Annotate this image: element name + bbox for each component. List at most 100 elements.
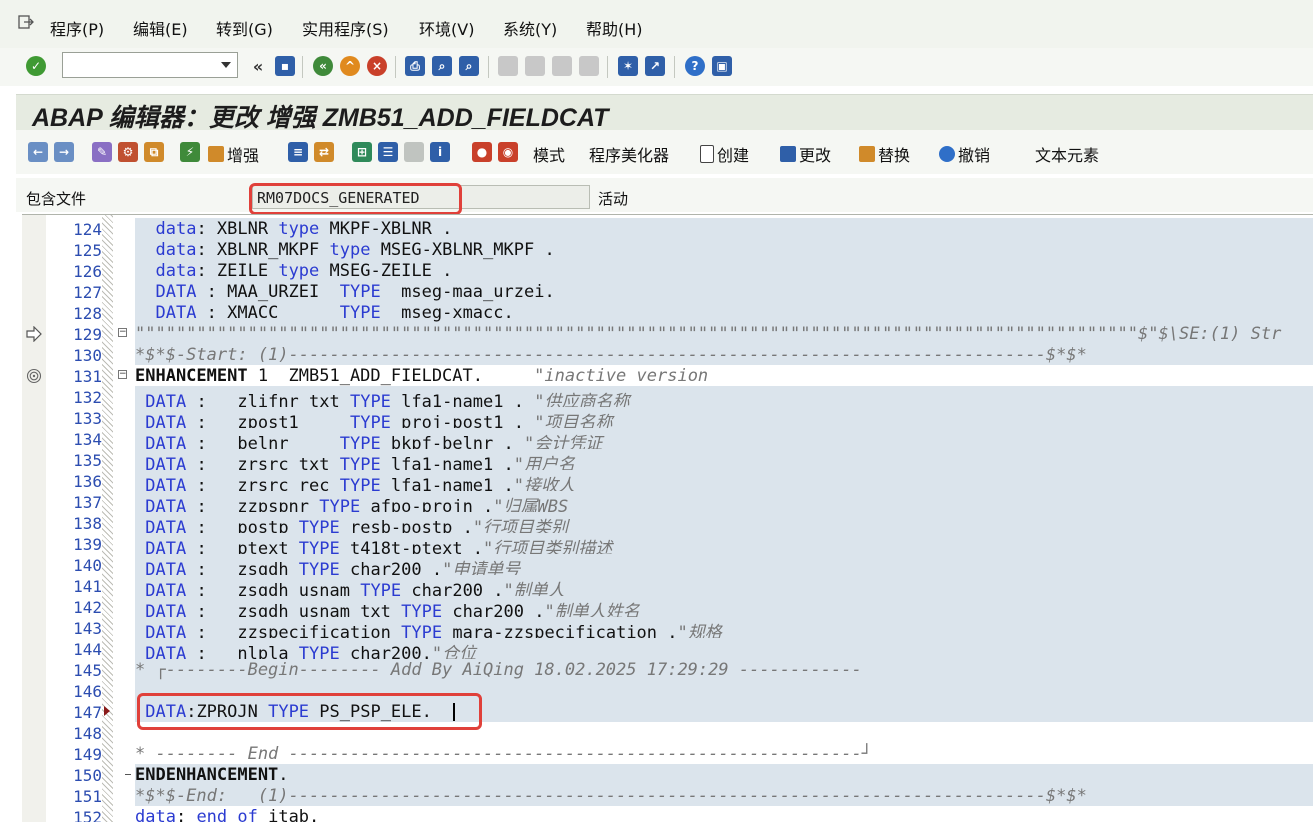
- code-line[interactable]: 130 *$*$-Start: (1)----------------------…: [22, 344, 1313, 365]
- line-number: 126: [73, 262, 102, 281]
- active-inactive-icon[interactable]: ⧉: [144, 142, 164, 162]
- code-line[interactable]: 144 DATA : nlpla TYPE char200."仓位: [22, 638, 1313, 664]
- pretty-printer-button[interactable]: 程序美化器: [589, 142, 669, 166]
- prev-page-icon[interactable]: [525, 56, 545, 76]
- menu-utilities[interactable]: 实用程序(S): [302, 16, 389, 40]
- code-line[interactable]: 126 data: ZEILE type MSEG-ZEILE .: [22, 260, 1313, 281]
- line-number: 140: [73, 556, 102, 575]
- code-editor[interactable]: 124 data: XBLNR type MKPF-XBLNR . 125 dat…: [22, 214, 1313, 822]
- code-line[interactable]: 133 DATA : zpost1 TYPE proj-post1 . "项目名…: [22, 407, 1313, 433]
- cancel-icon[interactable]: ×: [367, 56, 387, 76]
- enhance-button[interactable]: 增强: [208, 142, 259, 166]
- code-text[interactable]: *$*$-End: (1)---------------------------…: [135, 786, 1087, 806]
- code-text[interactable]: data: ZEILE type MSEG-ZEILE .: [135, 261, 452, 281]
- code-text[interactable]: ENDENHANCEMENT.: [135, 765, 289, 785]
- code-line[interactable]: 145 * ┌--------Begin-------- Add By AiQin…: [22, 659, 1313, 680]
- chevron-down-icon[interactable]: [221, 62, 231, 68]
- code-line[interactable]: 149 * -------- End ----------------------…: [22, 743, 1313, 764]
- code-line[interactable]: 150 ENDENHANCEMENT.: [22, 764, 1313, 785]
- code-text[interactable]: data: XBLNR type MKPF-XBLNR .: [135, 219, 452, 239]
- code-line[interactable]: 139 DATA : ptext TYPE t418t-ptext ."行项目类…: [22, 533, 1313, 559]
- navigate-icon[interactable]: ⇄: [314, 142, 334, 162]
- code-text[interactable]: data: XBLNR_MKPF type MSEG-XBLNR_MKPF .: [135, 240, 554, 260]
- line-number: 151: [73, 787, 102, 806]
- object-list-icon[interactable]: ☰: [378, 142, 398, 162]
- code-line[interactable]: 131 ENHANCEMENT 1 ZMB51_ADD_FIELDCAT. "in…: [22, 365, 1313, 386]
- line-number: 152: [73, 808, 102, 822]
- fold-toggle-icon[interactable]: −: [118, 370, 127, 379]
- code-line[interactable]: 125 data: XBLNR_MKPF type MSEG-XBLNR_MKP…: [22, 239, 1313, 260]
- code-token: .: [278, 765, 289, 785]
- layout-icon[interactable]: [404, 142, 424, 162]
- info-icon[interactable]: i: [430, 142, 450, 162]
- code-text[interactable]: *$*$-Start: (1)-------------------------…: [135, 345, 1087, 365]
- exit-icon[interactable]: ^: [340, 56, 360, 76]
- print-icon[interactable]: ⎙: [405, 56, 425, 76]
- back-arrow-icon[interactable]: ←: [28, 142, 48, 162]
- display-change-icon[interactable]: ⚙: [118, 142, 138, 162]
- code-line[interactable]: 151 *$*$-End: (1)------------------------…: [22, 785, 1313, 806]
- undo-button[interactable]: 撤销: [939, 142, 990, 166]
- code-text[interactable]: * -------- End -------------------------…: [135, 744, 872, 764]
- first-page-icon[interactable]: [498, 56, 518, 76]
- code-line[interactable]: 138 DATA : postp TYPE resb-postp ."行项目类别: [22, 512, 1313, 538]
- check-syntax-icon[interactable]: ⚡: [180, 142, 200, 162]
- hierarchy-icon[interactable]: ⊞: [352, 142, 372, 162]
- code-line[interactable]: 135 DATA : zrsrc_txt TYPE lfa1-name1 ."用…: [22, 449, 1313, 475]
- menu-goto[interactable]: 转到(G): [216, 16, 273, 40]
- create-button[interactable]: 创建: [700, 142, 749, 166]
- page-title: ABAP 编辑器：更改 增强 ZMB51_ADD_FIELDCAT: [32, 104, 609, 132]
- code-line[interactable]: 143 DATA : zzspecification TYPE mara-zzs…: [22, 617, 1313, 643]
- code-line[interactable]: 137 DATA : zzpspnr TYPE afpo-projn ."归属W…: [22, 491, 1313, 517]
- code-line[interactable]: 136 DATA : zrsrc_rec TYPE lfa1-name1 ."接…: [22, 470, 1313, 496]
- find-icon[interactable]: ⌕: [432, 56, 452, 76]
- replace-button[interactable]: 替换: [859, 142, 910, 166]
- code-text[interactable]: * ┌--------Begin-------- Add By AiQing 1…: [135, 660, 862, 680]
- breakpoint-icon[interactable]: ●: [472, 142, 492, 162]
- code-line[interactable]: 128 DATA : XMACC TYPE mseg-xmacc.: [22, 302, 1313, 323]
- where-used-icon[interactable]: ≡: [288, 142, 308, 162]
- customize-layout-icon[interactable]: ▣: [712, 56, 732, 76]
- code-line[interactable]: 142 DATA : zsqdh_usnam_txt TYPE char200 …: [22, 596, 1313, 622]
- collapse-command-icon[interactable]: «: [248, 56, 268, 76]
- code-text[interactable]: DATA : XMACC TYPE mseg-xmacc.: [135, 303, 513, 323]
- fold-toggle-icon[interactable]: −: [118, 328, 127, 337]
- other-object-icon[interactable]: ✎: [92, 142, 112, 162]
- code-text[interactable]: data: end of itab.: [135, 807, 319, 822]
- enhancement-arrow-icon[interactable]: [26, 326, 42, 342]
- new-session-icon[interactable]: ✶: [618, 56, 638, 76]
- code-line[interactable]: 127 DATA : MAA_URZEI TYPE mseg-maa_urzei…: [22, 281, 1313, 302]
- find-next-icon[interactable]: ⌕: [459, 56, 479, 76]
- code-text[interactable]: DATA : MAA_URZEI TYPE mseg-maa_urzei.: [135, 282, 554, 302]
- code-line[interactable]: 129 """""""""""""""""""""""""""""""""""""…: [22, 323, 1313, 344]
- code-line[interactable]: 141 DATA : zsqdh_usnam TYPE char200 ."制单…: [22, 575, 1313, 601]
- code-line[interactable]: 132 DATA : zlifnr_txt TYPE lfa1-name1 . …: [22, 386, 1313, 412]
- forward-arrow-icon[interactable]: →: [54, 142, 74, 162]
- back-icon[interactable]: «: [313, 56, 333, 76]
- code-line[interactable]: 134 DATA : belnr TYPE bkpf-belnr . "会计凭证: [22, 428, 1313, 454]
- exit-menu-icon[interactable]: [18, 14, 34, 30]
- code-line[interactable]: 152 data: end of itab.: [22, 806, 1313, 822]
- command-field[interactable]: [62, 52, 238, 78]
- menu-system[interactable]: 系统(Y): [503, 16, 557, 40]
- code-line[interactable]: 140 DATA : zsqdh TYPE char200 ."申请单号: [22, 554, 1313, 580]
- help-icon[interactable]: ?: [685, 56, 705, 76]
- mode-button[interactable]: 模式: [533, 142, 565, 166]
- text-elements-button[interactable]: 文本元素: [1035, 142, 1099, 166]
- next-page-icon[interactable]: [552, 56, 572, 76]
- code-token: : XMACC: [196, 303, 340, 323]
- menu-program[interactable]: 程序(P): [50, 16, 104, 40]
- shortcut-icon[interactable]: ↗: [645, 56, 665, 76]
- code-line[interactable]: 124 data: XBLNR type MKPF-XBLNR .: [22, 218, 1313, 239]
- change-button[interactable]: 更改: [780, 142, 831, 166]
- last-page-icon[interactable]: [579, 56, 599, 76]
- enhancement-spiral-icon[interactable]: [26, 368, 42, 384]
- checkmark-icon[interactable]: ✓: [26, 56, 46, 76]
- menu-environment[interactable]: 环境(V): [419, 16, 474, 40]
- menu-help[interactable]: 帮助(H): [586, 16, 643, 40]
- code-text[interactable]: """"""""""""""""""""""""""""""""""""""""…: [135, 324, 1281, 344]
- save-icon[interactable]: ▪: [275, 56, 295, 76]
- code-text[interactable]: ENHANCEMENT 1 ZMB51_ADD_FIELDCAT. "inact…: [135, 366, 708, 386]
- session-breakpoint-icon[interactable]: ◉: [498, 142, 518, 162]
- menu-edit[interactable]: 编辑(E): [133, 16, 188, 40]
